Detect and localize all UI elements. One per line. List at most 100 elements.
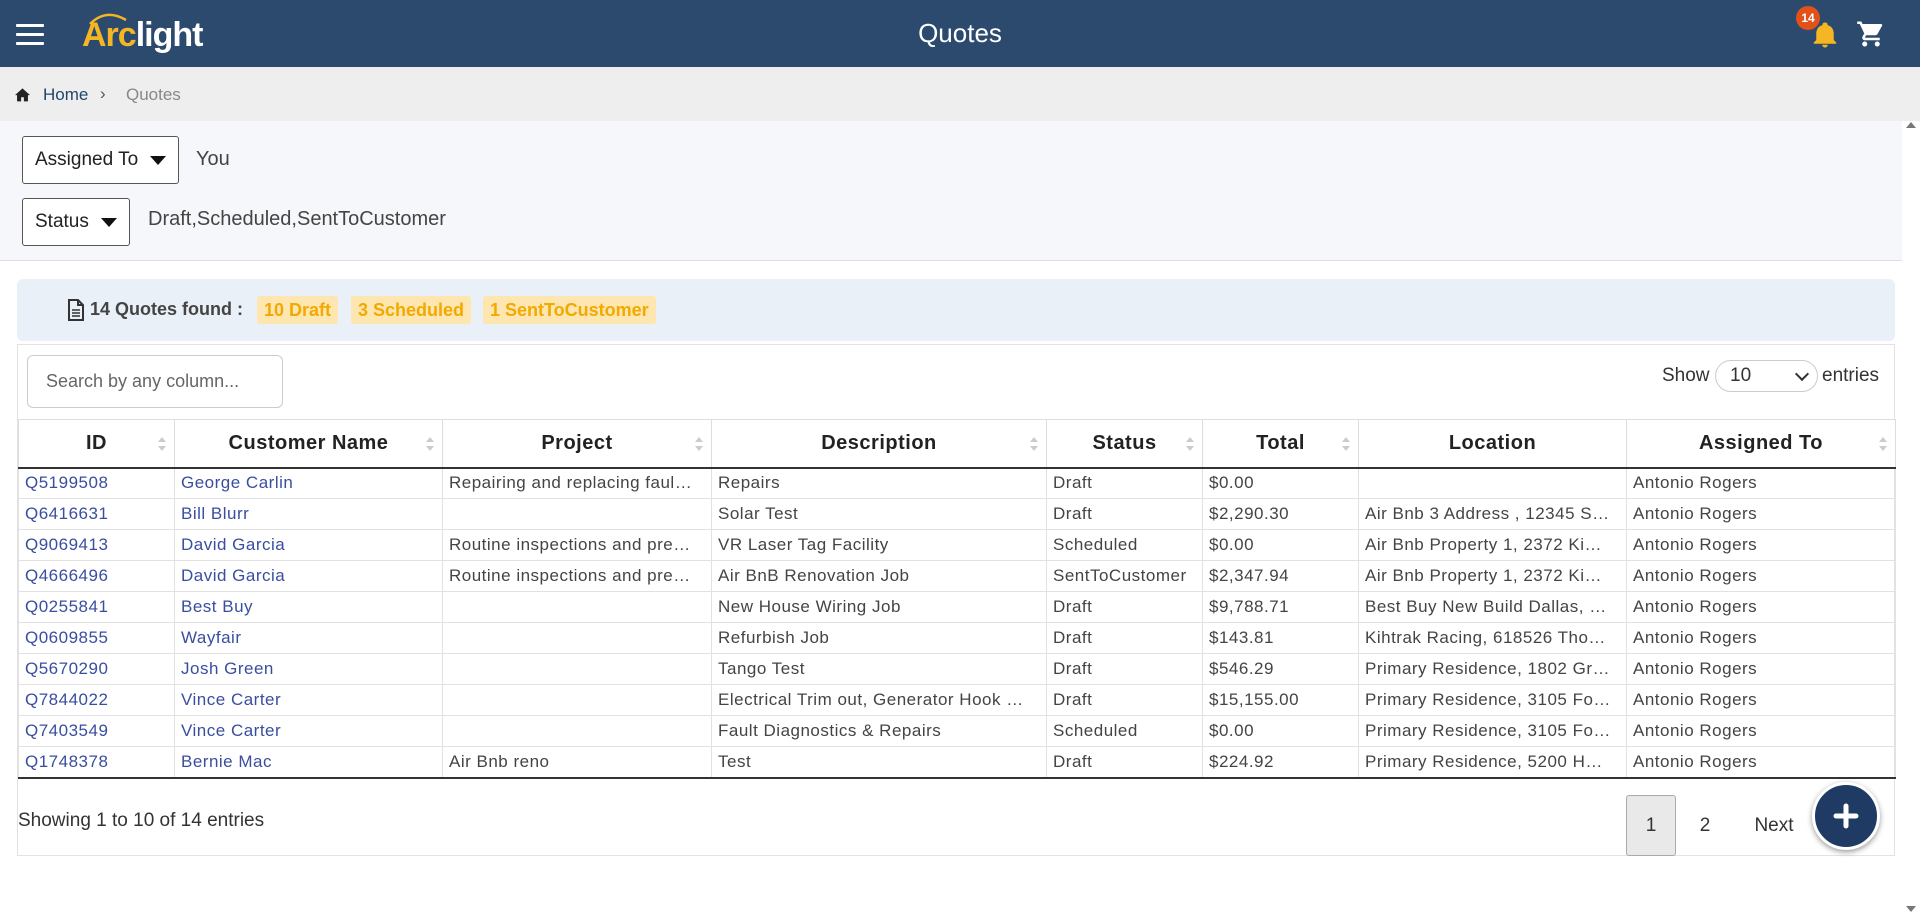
breadcrumb-home-link[interactable]: Home [43,85,88,105]
sent-to-customer-count-chip[interactable]: 1 SentToCustomer [483,296,656,324]
column-header-project[interactable]: Project [442,419,712,469]
cell-customer-name[interactable]: Best Buy [174,591,443,623]
table-row[interactable]: Q1748378 Bernie Mac Air Bnb reno Test Draft $… [18,746,1896,779]
cell-id[interactable]: Q5670290 [18,653,175,685]
draft-count-chip[interactable]: 10 Draft [257,296,339,324]
sort-icon[interactable] [1879,436,1887,452]
cell-id[interactable]: Q1748378 [18,746,175,779]
cell-customer-name[interactable]: Bernie Mac [174,746,443,779]
sort-icon[interactable] [1030,436,1038,452]
cell-id[interactable]: Q0255841 [18,591,175,623]
cell-status: SentToCustomer [1046,560,1203,592]
cell-status: Draft [1046,467,1203,499]
cell-total: $9,788.71 [1202,591,1359,623]
cell-id[interactable]: Q7844022 [18,684,175,716]
cell-project: Repairing and replacing faul… [442,467,712,499]
show-label: Show [1662,365,1710,386]
table-body: Q5199508 George Carlin Repairing and repla… [18,467,1896,779]
entries-label: entries [1822,365,1880,386]
column-header-label: Total [1256,431,1305,454]
table-row[interactable]: Q7403549 Vince Carter Fault Diagnostics & … [18,715,1896,747]
page-2-button[interactable]: 2 [1690,795,1720,856]
column-header-label: Status [1092,431,1157,454]
cell-customer-name[interactable]: Bill Blurr [174,498,443,530]
cell-project [442,622,712,654]
scroll-up-arrow-icon[interactable] [1906,122,1916,128]
table-row[interactable]: Q0255841 Best Buy New House Wiring Job Draf… [18,591,1896,623]
page-scrollbar[interactable] [1902,121,1920,923]
table-row[interactable]: Q6416631 Bill Blurr Solar Test Draft $2,290.… [18,498,1896,530]
cell-customer-name[interactable]: Vince Carter [174,715,443,747]
cell-project [442,715,712,747]
sort-icon[interactable] [1186,436,1194,452]
cell-id[interactable]: Q7403549 [18,715,175,747]
cell-id[interactable]: Q0609855 [18,622,175,654]
cell-status: Draft [1046,498,1203,530]
column-header-total[interactable]: Total [1202,419,1359,469]
cell-status: Draft [1046,684,1203,716]
cell-id[interactable]: Q4666496 [18,560,175,592]
scheduled-count-chip[interactable]: 3 Scheduled [351,296,472,324]
sort-icon[interactable] [1342,436,1350,452]
cell-project: Routine inspections and pre… [442,560,712,592]
cell-status: Scheduled [1046,715,1203,747]
table-row[interactable]: Q5670290 Josh Green Tango Test Draft $546.29… [18,653,1896,685]
cell-customer-name[interactable]: David Garcia [174,560,443,592]
cell-customer-name[interactable]: Wayfair [174,622,443,654]
filters-panel: Assigned To You Status Draft,Scheduled,S… [0,121,1902,261]
cell-status: Scheduled [1046,529,1203,561]
column-header-status[interactable]: Status [1046,419,1203,469]
assigned-to-dropdown[interactable]: Assigned To [22,136,180,184]
chevron-down-icon [1794,366,1810,382]
sort-icon[interactable] [426,436,434,452]
home-icon[interactable] [14,87,31,102]
column-header-label: Description [821,431,937,454]
quotes-table: ID Customer Name Project Description Status T… [18,419,1896,779]
column-header-location[interactable]: Location [1358,419,1627,469]
cell-total: $2,347.94 [1202,560,1359,592]
cell-location: Primary Residence, 3105 Fo… [1358,715,1627,747]
cell-assigned-to: Antonio Rogers [1626,560,1896,592]
cell-total: $0.00 [1202,467,1359,499]
column-header-id[interactable]: ID [18,419,175,469]
cell-customer-name[interactable]: Vince Carter [174,684,443,716]
cell-customer-name[interactable]: Josh Green [174,653,443,685]
cell-total: $143.81 [1202,622,1359,654]
table-row[interactable]: Q7844022 Vince Carter Electrical Trim out,… [18,684,1896,716]
add-quote-button[interactable] [1812,782,1880,850]
next-page-button[interactable]: Next [1746,795,1802,856]
scroll-down-arrow-icon[interactable] [1906,906,1916,912]
cell-location [1358,467,1627,499]
table-row[interactable]: Q5199508 George Carlin Repairing and repla… [18,467,1896,499]
cell-id[interactable]: Q5199508 [18,467,175,499]
table-row[interactable]: Q9069413 David Garcia Routine inspections … [18,529,1896,561]
cell-assigned-to: Antonio Rogers [1626,746,1896,779]
cell-id[interactable]: Q9069413 [18,529,175,561]
sort-icon[interactable] [695,436,703,452]
table-row[interactable]: Q0609855 Wayfair Refurbish Job Draft $143.81… [18,622,1896,654]
cell-status: Draft [1046,653,1203,685]
column-header-label: Location [1448,431,1537,454]
cell-total: $224.92 [1202,746,1359,779]
cart-icon[interactable] [1855,19,1887,49]
cell-status: Draft [1046,591,1203,623]
document-icon [68,299,84,321]
assigned-to-label: Assigned To [35,149,139,170]
entries-select[interactable]: 10 [1715,360,1818,392]
search-input[interactable] [27,355,283,408]
column-header-assigned-to[interactable]: Assigned To [1626,419,1896,469]
notification-badge[interactable]: 14 [1796,6,1820,30]
status-dropdown[interactable]: Status [22,198,130,246]
table-row[interactable]: Q4666496 David Garcia Routine inspections … [18,560,1896,592]
cell-id[interactable]: Q6416631 [18,498,175,530]
column-header-customer-name[interactable]: Customer Name [174,419,443,469]
caret-down-icon [100,217,117,227]
cell-customer-name[interactable]: David Garcia [174,529,443,561]
column-header-description[interactable]: Description [711,419,1047,469]
cell-total: $0.00 [1202,715,1359,747]
column-header-label: Assigned To [1698,431,1824,454]
cell-customer-name[interactable]: George Carlin [174,467,443,499]
page-1-button[interactable]: 1 [1626,795,1676,856]
sort-icon[interactable] [158,436,166,452]
cell-description: Solar Test [711,498,1047,530]
